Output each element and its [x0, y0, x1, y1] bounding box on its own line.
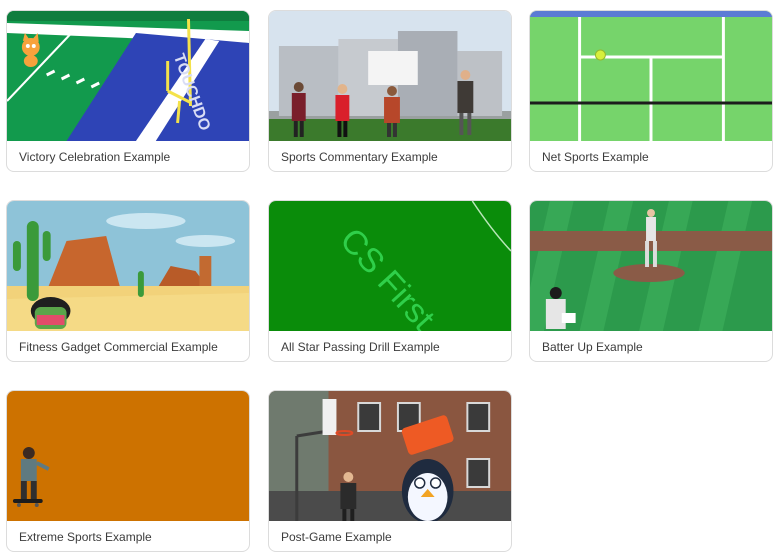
- card-title: Extreme Sports Example: [19, 530, 152, 544]
- fitness-gadget-thumbnail: [7, 201, 249, 331]
- card-title: Fitness Gadget Commercial Example: [19, 340, 218, 354]
- card-title: Victory Celebration Example: [19, 150, 171, 164]
- project-card-fitness-gadget[interactable]: Fitness Gadget Commercial Example: [6, 200, 250, 362]
- project-card-extreme-sports[interactable]: Extreme Sports Example: [6, 390, 250, 552]
- post-game-thumbnail: [269, 391, 511, 521]
- sports-commentary-thumbnail: [269, 11, 511, 141]
- card-title: Sports Commentary Example: [281, 150, 438, 164]
- project-card-batter-up[interactable]: Batter Up Example: [529, 200, 773, 362]
- project-card-post-game[interactable]: Post-Game Example: [268, 390, 512, 552]
- card-title: Net Sports Example: [542, 150, 649, 164]
- card-title: All Star Passing Drill Example: [281, 340, 440, 354]
- card-title: Batter Up Example: [542, 340, 643, 354]
- project-card-victory-celebration[interactable]: TOUCHDO Victory Celebration Example: [6, 10, 250, 172]
- batter-up-thumbnail: [530, 201, 772, 331]
- project-card-all-star-passing-drill[interactable]: CS First All Star Passing Drill Example: [268, 200, 512, 362]
- tennis-ball-icon: [594, 49, 606, 61]
- extreme-sports-thumbnail: [7, 391, 249, 521]
- penguin-mascot: [401, 459, 454, 521]
- character: [30, 297, 71, 329]
- net-sports-thumbnail: [530, 11, 772, 141]
- project-card-net-sports[interactable]: Net Sports Example: [529, 10, 773, 172]
- victory-celebration-thumbnail: TOUCHDO: [7, 11, 249, 141]
- project-card-sports-commentary[interactable]: Sports Commentary Example: [268, 10, 512, 172]
- card-title: Post-Game Example: [281, 530, 392, 544]
- all-star-passing-drill-thumbnail: CS First: [269, 201, 511, 331]
- scratch-cat-icon: [21, 33, 40, 67]
